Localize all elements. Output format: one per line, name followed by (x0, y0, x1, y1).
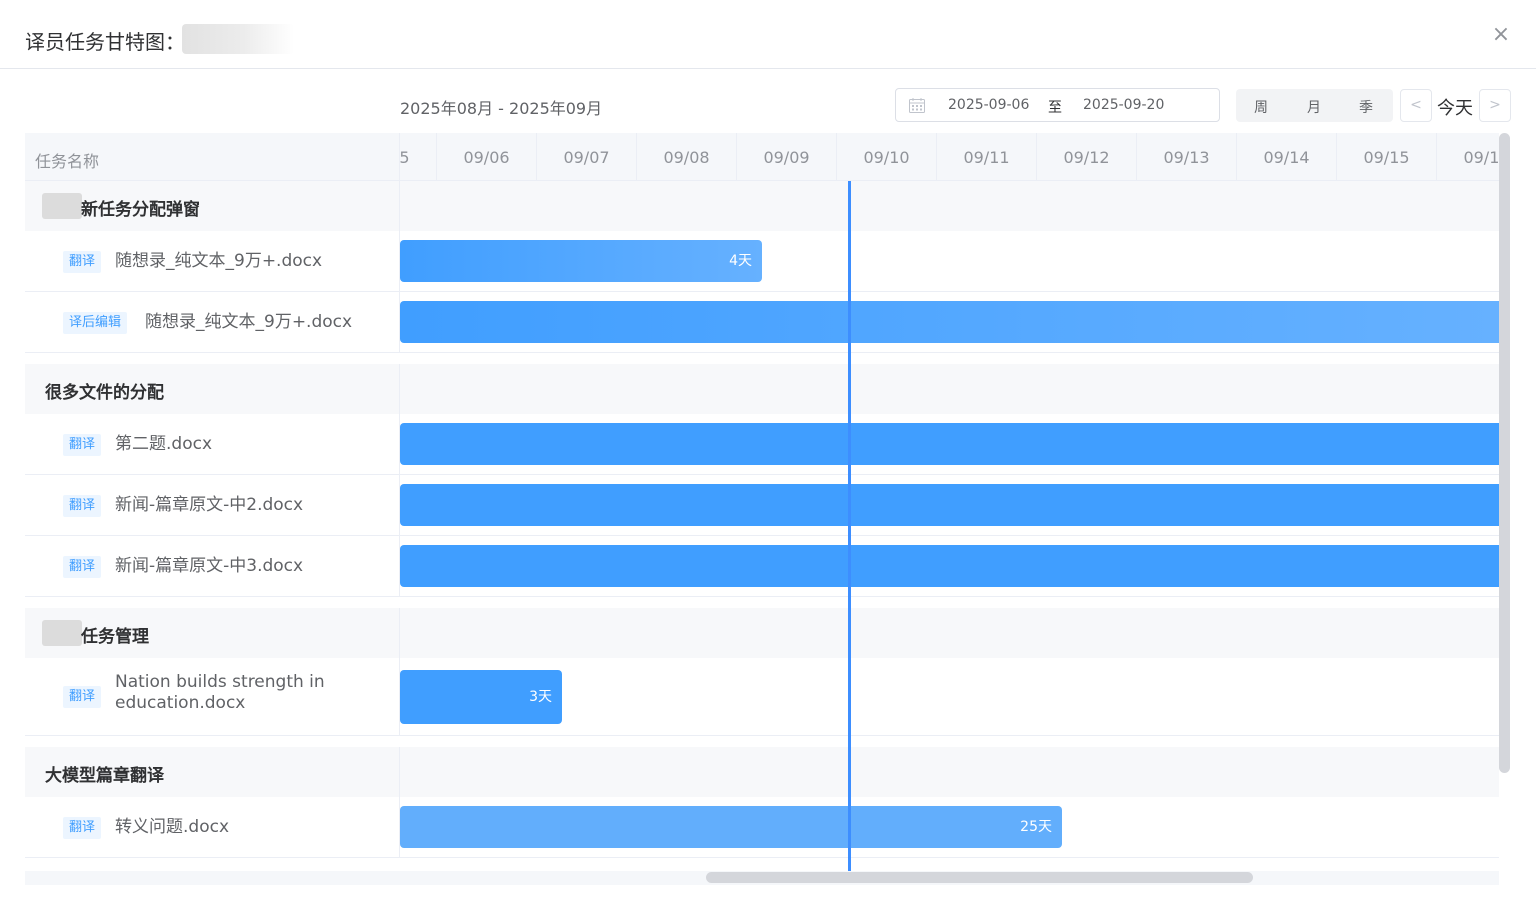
task-group-row: 很多文件的分配 (25, 364, 1499, 414)
task-group-row: 大模型篇章翻译 (25, 747, 1499, 797)
task-group-name: 大模型篇章翻译 (45, 766, 164, 786)
date-range-picker[interactable]: 2025-09-06 至 2025-09-20 (895, 88, 1220, 122)
task-group-row: 新任务分配弹窗 (25, 181, 1499, 231)
calendar-icon (909, 98, 925, 113)
date-range-label: 2025年08月 - 2025年09月 (400, 99, 603, 118)
gantt-chart: 任务名称 09/0509/0609/0709/0809/0909/1009/11… (25, 133, 1511, 885)
timeline-day: 09/12 (1036, 133, 1136, 181)
task-type-tag: 翻译 (63, 555, 102, 578)
task-duration-bar[interactable] (400, 484, 1499, 526)
timeline-day: 09/05 (400, 133, 436, 181)
timeline-day: 09/06 (436, 133, 536, 181)
task-group-row: 任务管理 (25, 608, 1499, 658)
view-quarter-button[interactable]: 季 (1359, 97, 1373, 117)
timeline-day: 09/07 (536, 133, 636, 181)
task-row[interactable]: 翻译 随想录_纯文本_9万+.docx 4天 (25, 231, 1499, 292)
task-type-tag: 翻译 (63, 686, 102, 708)
task-group-name-cell: 很多文件的分配 (25, 364, 400, 414)
timeline-header: 09/0509/0609/0709/0809/0909/1009/1109/12… (400, 133, 1499, 181)
timeline-day: 09/13 (1136, 133, 1236, 181)
task-type-tag: 译后编辑 (63, 311, 128, 334)
view-week-button[interactable]: 周 (1254, 97, 1268, 117)
task-duration-bar[interactable]: 25天 (400, 806, 1062, 848)
task-type-tag: 翻译 (63, 494, 102, 517)
task-row[interactable]: 翻译 新闻-篇章原文-中2.docx (25, 475, 1499, 536)
gantt-rows: 新任务分配弹窗 翻译 随想录_纯文本_9万+.docx 4天 译后编辑 随想录_纯文本_9… (25, 181, 1499, 871)
timeline-day: 09/11 (936, 133, 1036, 181)
timeline-day: 09/09 (736, 133, 836, 181)
task-row[interactable]: 翻译 Nation builds strength in education.do… (25, 658, 1499, 736)
redacted-project-prefix (42, 193, 82, 219)
view-mode-switch: 周 月 季 (1236, 89, 1393, 122)
task-file-name[interactable]: 新闻-篇章原文-中3.docx (115, 556, 385, 577)
task-file-name[interactable]: 转义问题.docx (115, 817, 385, 838)
task-name-column-header: 任务名称 (35, 152, 100, 171)
modal-title: 译员任务甘特图： (25, 30, 185, 54)
view-month-button[interactable]: 月 (1307, 97, 1321, 117)
next-period-button[interactable]: > (1479, 89, 1511, 122)
timeline-day: 09/14 (1236, 133, 1336, 181)
task-duration-bar[interactable] (400, 545, 1499, 587)
horizontal-scrollbar-thumb[interactable] (706, 872, 1253, 883)
task-file-name[interactable]: 随想录_纯文本_9万+.docx (145, 312, 415, 333)
date-separator: 至 (1048, 100, 1062, 116)
task-type-tag: 翻译 (63, 250, 102, 273)
task-duration-bar[interactable]: 3天 (400, 670, 562, 724)
start-date-input[interactable]: 2025-09-06 (948, 97, 1029, 113)
task-name-cell: 翻译 随想录_纯文本_9万+.docx (25, 231, 400, 291)
task-type-tag: 翻译 (63, 816, 102, 839)
task-row[interactable]: 翻译 转义问题.docx 25天 (25, 797, 1499, 858)
redacted-translator-name (182, 24, 294, 54)
task-file-name[interactable]: 第二题.docx (115, 434, 385, 455)
prev-period-button[interactable]: < (1400, 89, 1432, 122)
task-file-name[interactable]: Nation builds strength in education.docx (115, 672, 385, 714)
task-name-cell: 翻译 Nation builds strength in education.do… (25, 658, 400, 735)
timeline-day: 09/15 (1336, 133, 1436, 181)
task-row[interactable]: 翻译 第二题.docx (25, 414, 1499, 475)
task-name-cell: 翻译 第二题.docx (25, 414, 400, 474)
task-group-name-cell: 任务管理 (25, 608, 400, 658)
task-duration-bar[interactable]: 4天 (400, 240, 762, 282)
task-group-name-cell: 新任务分配弹窗 (25, 181, 400, 231)
today-button[interactable]: 今天 (1437, 94, 1473, 120)
gantt-header: 任务名称 09/0509/0609/0709/0809/0909/1009/11… (25, 133, 1511, 181)
task-type-tag: 翻译 (63, 433, 102, 456)
close-icon[interactable]: × (1490, 24, 1512, 46)
timeline-day: 09/10 (836, 133, 936, 181)
timeline-day: 09/08 (636, 133, 736, 181)
task-file-name[interactable]: 新闻-篇章原文-中2.docx (115, 495, 385, 516)
task-duration-bar[interactable] (400, 423, 1499, 465)
task-group-name-cell: 大模型篇章翻译 (25, 747, 400, 797)
task-name-cell: 译后编辑 随想录_纯文本_9万+.docx (25, 292, 400, 352)
task-row[interactable]: 译后编辑 随想录_纯文本_9万+.docx (25, 292, 1499, 353)
task-group-name: 任务管理 (81, 627, 149, 647)
task-file-name[interactable]: 随想录_纯文本_9万+.docx (115, 251, 385, 272)
vertical-scrollbar-thumb[interactable] (1499, 133, 1510, 773)
task-name-cell: 翻译 转义问题.docx (25, 797, 400, 857)
task-name-cell: 翻译 新闻-篇章原文-中2.docx (25, 475, 400, 535)
redacted-project-prefix (42, 620, 82, 646)
task-group-name: 很多文件的分配 (45, 383, 164, 403)
timeline-day: 09/16 (1436, 133, 1499, 181)
modal-header: 译员任务甘特图： × (0, 0, 1536, 69)
task-group-name: 新任务分配弹窗 (81, 200, 200, 220)
task-name-cell: 翻译 新闻-篇章原文-中3.docx (25, 536, 400, 596)
today-marker-line (848, 181, 851, 871)
task-duration-bar[interactable] (400, 301, 1499, 343)
end-date-input[interactable]: 2025-09-20 (1083, 97, 1164, 113)
task-row[interactable]: 翻译 新闻-篇章原文-中3.docx (25, 536, 1499, 597)
